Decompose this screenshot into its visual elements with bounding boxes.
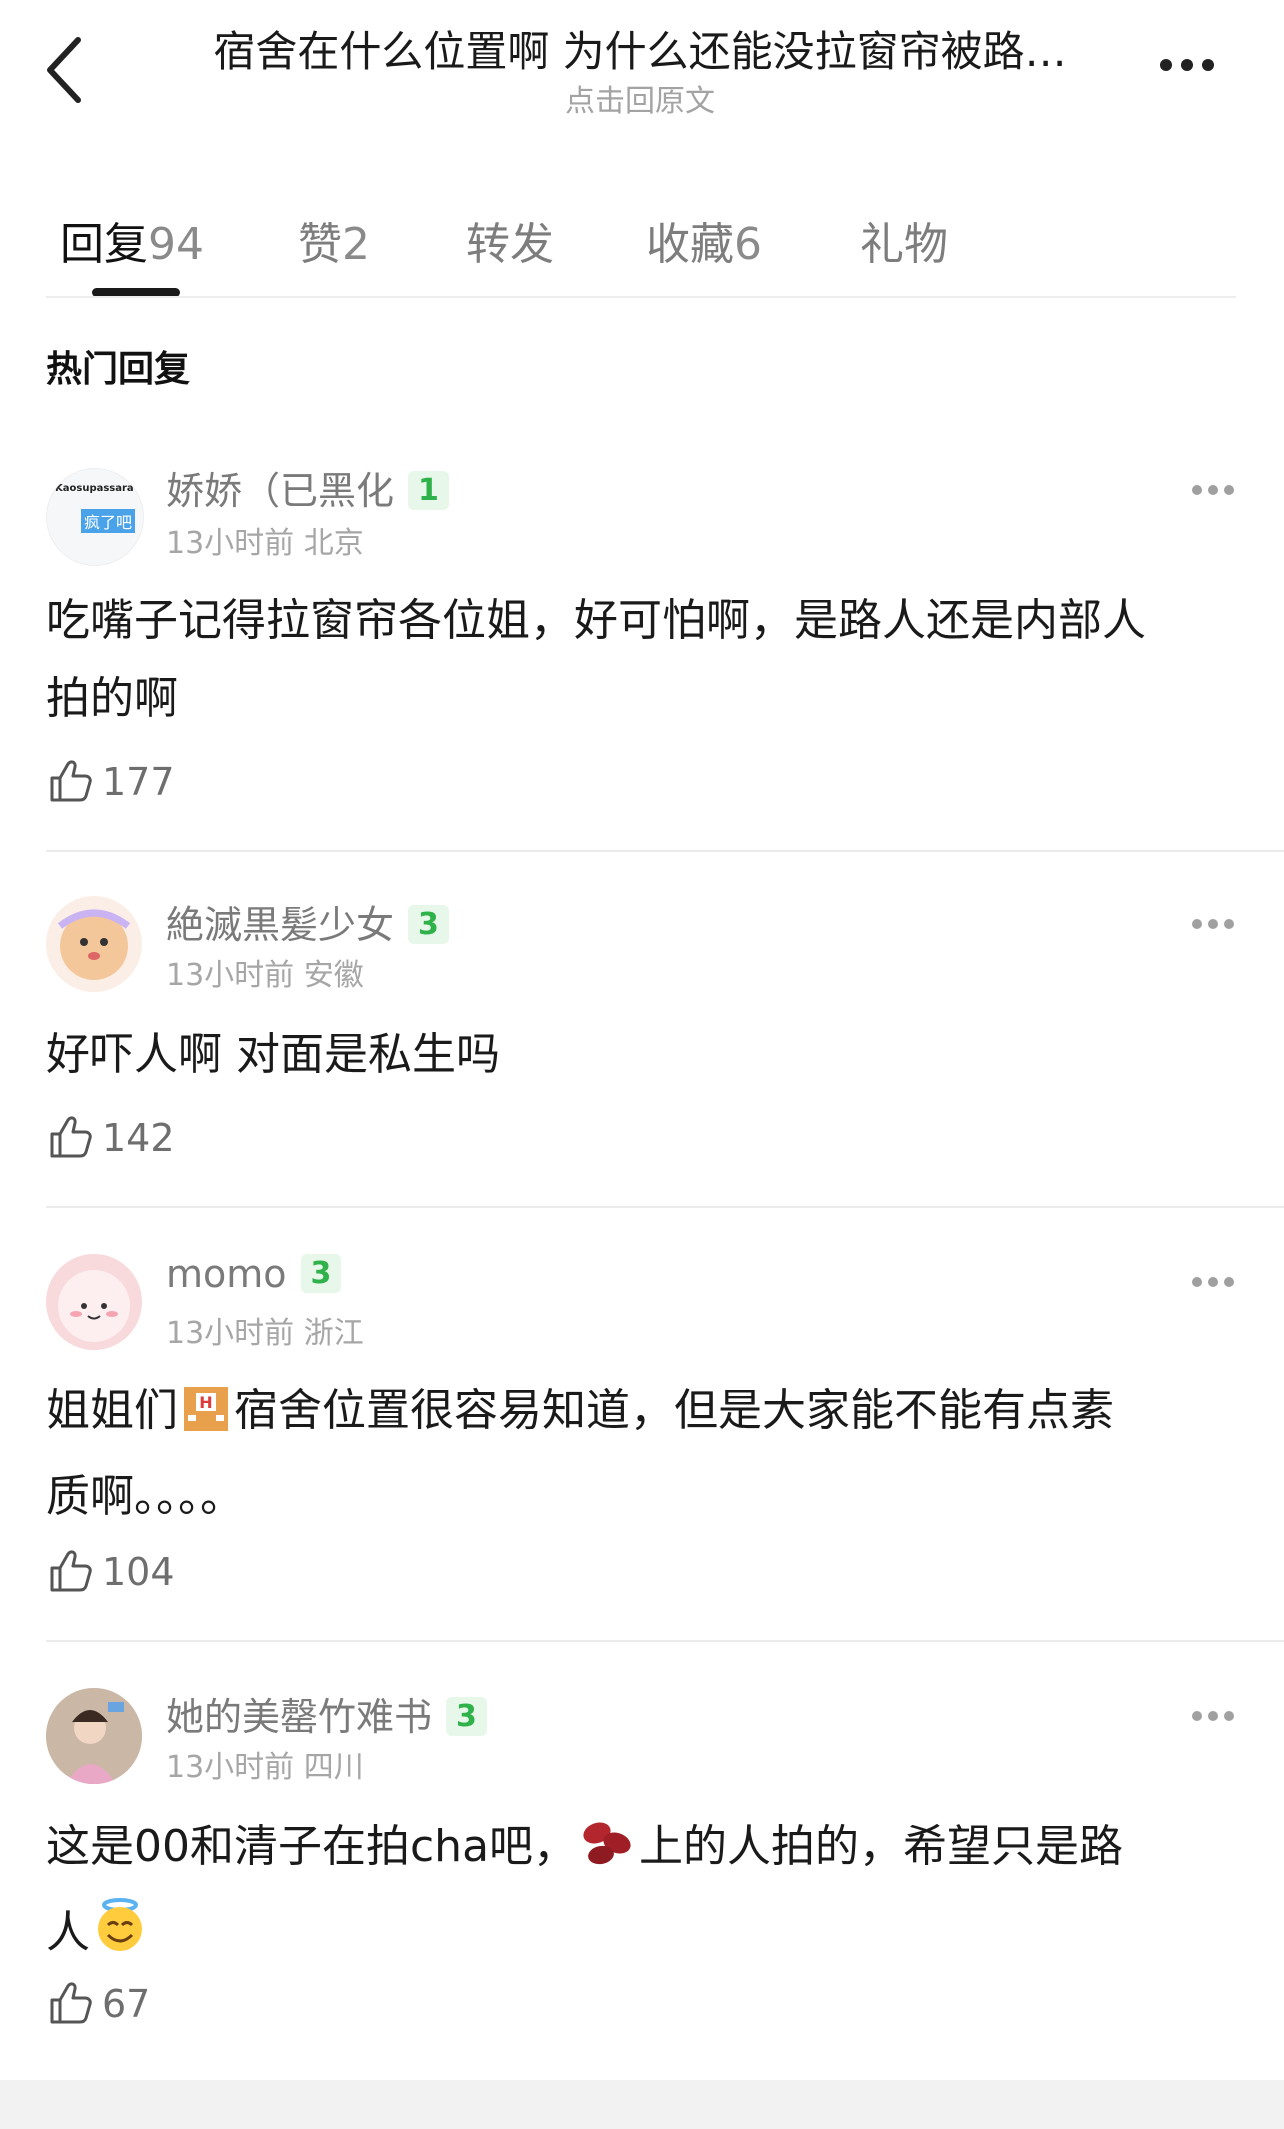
section-title: 热门回复	[46, 349, 191, 390]
view-original-link[interactable]: 点击回原文	[170, 76, 1110, 120]
divider	[46, 1640, 1284, 1642]
more-options-button[interactable]	[1160, 56, 1230, 80]
post-title[interactable]: 宿舍在什么位置啊 为什么还能没拉窗帘被路…	[170, 24, 1110, 80]
back-button[interactable]	[38, 30, 98, 110]
more-dots-icon	[1192, 1706, 1240, 1725]
avatar[interactable]: Kaosupassara 疯了吧	[46, 468, 144, 566]
comment-meta: 13小时前 北京	[166, 526, 364, 561]
comment-more-button[interactable]	[1192, 480, 1240, 495]
more-dots-icon	[1192, 480, 1240, 499]
comment-meta: 13小时前 安徽	[166, 958, 364, 993]
svg-text:H: H	[199, 1393, 212, 1412]
thumbs-up-icon	[50, 760, 92, 802]
thumbs-up-icon	[50, 1982, 92, 2024]
bottom-bar	[0, 2080, 1284, 2129]
comment-text: 好吓人啊 对面是私生吗	[46, 1029, 500, 1080]
chevron-left-icon	[47, 37, 81, 103]
tab-gifts[interactable]: 礼物	[860, 208, 948, 272]
thumbs-up-icon	[50, 1550, 92, 1592]
username[interactable]: momo 3	[166, 1252, 342, 1296]
comment-text: 吃嘴子记得拉窗帘各位姐，好可怕啊，是路人还是内部人 拍的啊	[46, 595, 1146, 724]
divider	[46, 850, 1284, 852]
top-bar: 宿舍在什么位置啊 为什么还能没拉窗帘被路… 点击回原文	[0, 0, 1284, 130]
thumbs-up-icon	[50, 1116, 92, 1158]
more-dots-icon	[1192, 914, 1240, 933]
halo-smile-emoji	[90, 1895, 150, 1980]
level-badge: 3	[446, 1697, 487, 1736]
level-badge: 1	[408, 471, 449, 510]
level-badge: 3	[408, 905, 449, 944]
tab-favorites[interactable]: 收藏6	[646, 208, 762, 272]
more-dots-icon	[1160, 56, 1223, 75]
comment-more-button[interactable]	[1192, 1706, 1240, 1721]
comment-more-button[interactable]	[1192, 1272, 1240, 1287]
avatar[interactable]	[46, 1254, 142, 1350]
comment-text: 这是00和清子在拍cha吧， 上的人拍的，希望只是路 人	[46, 1808, 1246, 1980]
divider	[46, 1206, 1284, 1208]
tab-likes[interactable]: 赞2	[298, 208, 370, 272]
username[interactable]: 她的美罄竹难书 3	[166, 1686, 487, 1741]
divider	[46, 296, 1236, 298]
comment-more-button[interactable]	[1192, 914, 1240, 929]
username[interactable]: 絶滅黒髪少女 3	[166, 894, 449, 949]
tab-reposts[interactable]: 转发	[466, 208, 554, 272]
hotel-emoji: H	[178, 1377, 234, 1458]
comment-meta: 13小时前 四川	[166, 1750, 364, 1785]
comment-meta: 13小时前 浙江	[166, 1316, 364, 1351]
username[interactable]: 娇娇（已黑化 1	[166, 460, 449, 515]
level-badge: 3	[300, 1254, 342, 1293]
avatar[interactable]	[46, 896, 142, 992]
tab-bar: 回复94 赞2 转发 收藏6 礼物	[46, 178, 1236, 298]
tab-replies[interactable]: 回复94	[60, 208, 204, 272]
beans-emoji	[577, 1813, 639, 1894]
more-dots-icon	[1192, 1272, 1240, 1291]
comment-text: 姐姐们 H 宿舍位置很容易知道，但是大家能不能有点素 质啊。。。。	[46, 1372, 1246, 1536]
avatar[interactable]	[46, 1688, 142, 1784]
